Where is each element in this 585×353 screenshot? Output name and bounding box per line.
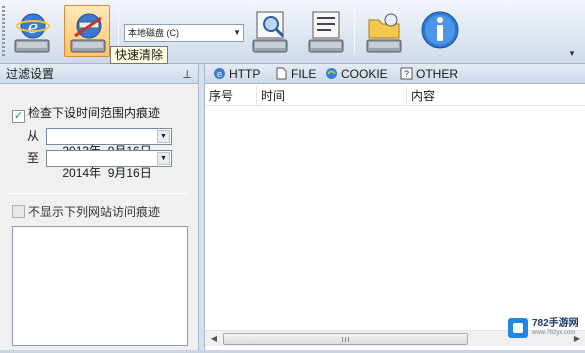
scroll-left-icon[interactable]: ◀	[207, 333, 221, 345]
watermark-title: 782手游网	[532, 318, 579, 329]
drive-scan-icon	[252, 11, 288, 53]
ie-history-icon: e	[14, 13, 50, 53]
ie-icon: e	[214, 68, 225, 80]
to-date-picker[interactable]: 2014年 9月16日 ▼	[46, 150, 172, 180]
tab-http-label: HTTP	[229, 67, 261, 81]
quick-clear-button[interactable]	[64, 5, 110, 57]
drive-report-icon	[308, 11, 344, 53]
drive-select[interactable]: 本地磁盘 (C) ▼	[124, 24, 244, 42]
site-list-box[interactable]	[12, 226, 188, 346]
chevron-down-icon[interactable]: ▼	[157, 130, 170, 143]
ie-history-button[interactable]: e	[8, 5, 54, 57]
check-time-range-label: 检查下设时间范围内痕迹	[28, 106, 161, 120]
main-toolbar: e 本地磁盘 (C) ▼ ▼ 快速清除	[0, 0, 585, 64]
chevron-down-icon: ▼	[233, 28, 241, 37]
svg-text:e: e	[217, 70, 222, 80]
watermark: 782手游网 www.782yx.com	[508, 318, 579, 342]
scrollbar-thumb[interactable]	[223, 333, 468, 345]
filter-panel: 过滤设置 ⊥ ✓检查下设时间范围内痕迹 从 2013年 9月16日 ▼ 至 20…	[0, 64, 199, 350]
info-icon	[421, 11, 459, 49]
toolbar-separator	[354, 8, 355, 54]
about-button[interactable]	[416, 5, 462, 57]
file-icon	[276, 67, 287, 80]
folder-open-button[interactable]	[360, 5, 406, 57]
folder-open-icon	[366, 13, 402, 53]
check-time-range-checkbox[interactable]: ✓	[12, 110, 25, 123]
divider	[6, 193, 188, 194]
column-header-time[interactable]: 时间	[257, 86, 407, 106]
to-date-value: 2014年 9月16日	[62, 166, 152, 180]
tab-other-label: OTHER	[416, 67, 458, 81]
cookie-icon	[326, 68, 337, 79]
results-panel: e HTTP FILE COOKIE ? OTHER 序号 时间 内容 ◀ ▶	[204, 64, 585, 350]
tab-cookie[interactable]: COOKIE	[323, 65, 388, 83]
tooltip: 快速清除	[110, 46, 169, 64]
tab-file[interactable]: FILE	[273, 65, 316, 83]
toolbar-overflow-icon[interactable]: ▼	[568, 50, 576, 58]
filter-panel-title: 过滤设置	[6, 67, 55, 81]
column-header-content[interactable]: 内容	[407, 86, 585, 106]
hide-sites-row[interactable]: 不显示下列网站访问痕迹	[12, 204, 160, 220]
to-label: 至	[27, 151, 40, 165]
tab-bar: e HTTP FILE COOKIE ? OTHER	[205, 64, 585, 84]
drive-report-button[interactable]	[302, 5, 348, 57]
results-grid[interactable]	[205, 106, 585, 330]
drive-scan-button[interactable]	[246, 5, 292, 57]
hide-sites-label: 不显示下列网站访问痕迹	[28, 205, 161, 219]
chevron-down-icon[interactable]: ▼	[157, 152, 170, 165]
grip-icon	[341, 337, 350, 342]
svg-text:?: ?	[404, 69, 409, 79]
tab-http[interactable]: e HTTP	[211, 65, 260, 83]
toolbar-grip[interactable]	[2, 6, 5, 56]
check-time-range-row[interactable]: ✓ 检查下设时间范围内痕迹	[12, 105, 161, 123]
grid-header: 序号 时间 内容	[205, 86, 585, 106]
drive-select-value: 本地磁盘 (C)	[128, 28, 179, 38]
column-header-index[interactable]: 序号	[205, 86, 257, 106]
help-icon: ?	[400, 67, 413, 80]
watermark-logo	[508, 318, 528, 338]
tab-file-label: FILE	[291, 67, 317, 81]
tab-cookie-label: COOKIE	[341, 67, 388, 81]
filter-panel-header: 过滤设置 ⊥	[0, 64, 198, 84]
watermark-sub: www.782yx.com	[532, 330, 576, 336]
pin-icon[interactable]: ⊥	[182, 65, 192, 85]
from-label: 从	[27, 129, 40, 143]
hide-sites-checkbox[interactable]	[12, 205, 25, 218]
quick-clear-icon	[70, 13, 106, 53]
from-date-picker[interactable]: 2013年 9月16日 ▼	[46, 128, 172, 158]
tab-other[interactable]: ? OTHER	[398, 65, 458, 83]
